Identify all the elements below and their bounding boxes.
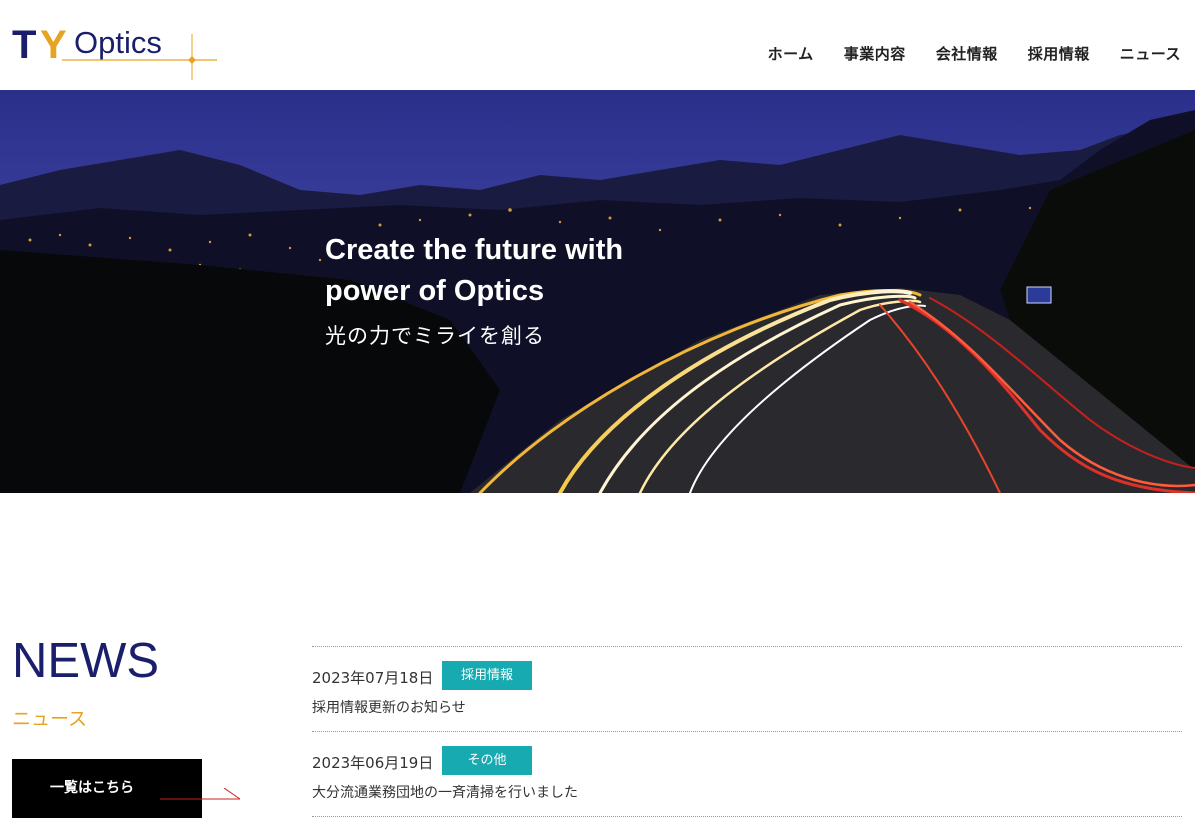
- nav-recruit[interactable]: 採用情報: [1028, 43, 1090, 64]
- svg-text:T: T: [12, 23, 36, 67]
- hero-copy: Create the future with power of Optics 光…: [325, 230, 623, 350]
- news-category-badge[interactable]: その他: [442, 746, 532, 775]
- svg-text:Optics: Optics: [74, 25, 162, 60]
- hero-tagline: 光の力でミライを創る: [325, 324, 545, 348]
- nav-news[interactable]: ニュース: [1120, 43, 1181, 64]
- main-nav: ホーム 事業内容 会社情報 採用情報 ニュース: [768, 43, 1181, 64]
- logo-sparkle-icon: [188, 34, 196, 80]
- hero-headline-line2: power of Optics: [325, 275, 545, 307]
- news-item[interactable]: 2023年06月19日 その他 大分流通業務団地の一斉清掃を行いました: [312, 731, 1182, 816]
- news-category-badge[interactable]: 採用情報: [442, 661, 532, 690]
- hero-headline-line1: Create the future with: [325, 234, 624, 266]
- news-link[interactable]: 大分流通業務団地の一斉清掃を行いました: [312, 782, 578, 802]
- news-link[interactable]: 採用情報更新のお知らせ: [312, 697, 466, 717]
- news-date: 2023年06月19日: [312, 754, 434, 772]
- nav-business[interactable]: 事業内容: [844, 43, 906, 64]
- news-subheading: ニュース: [12, 708, 88, 730]
- site-logo[interactable]: T Y Optics: [12, 20, 222, 82]
- hero-banner: Create the future with power of Optics 光…: [0, 90, 1195, 493]
- news-heading: NEWS: [12, 634, 159, 688]
- nav-company[interactable]: 会社情報: [936, 43, 998, 64]
- news-list: 2023年07月18日 採用情報 採用情報更新のお知らせ 2023年06月19日…: [312, 646, 1182, 817]
- arrow-line-icon: [160, 788, 241, 800]
- hero-headline: Create the future with power of Optics: [325, 230, 623, 312]
- news-item[interactable]: 2023年07月18日 採用情報 採用情報更新のお知らせ: [312, 646, 1182, 731]
- news-date: 2023年07月18日: [312, 669, 434, 687]
- news-list-divider: [312, 816, 1182, 817]
- nav-home[interactable]: ホーム: [768, 43, 814, 64]
- site-header: T Y Optics ホーム 事業内容 会社情報 採用情報 ニュース: [0, 0, 1195, 90]
